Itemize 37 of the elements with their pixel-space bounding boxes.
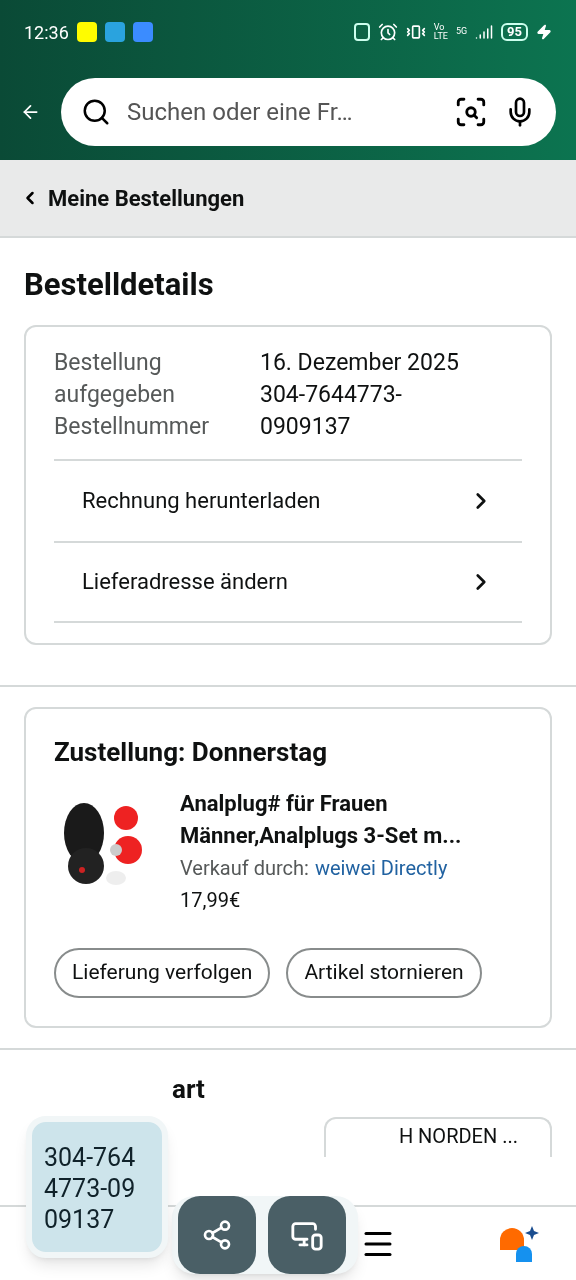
- search-field[interactable]: Suchen oder eine Fr…: [61, 78, 556, 146]
- section-title: art: [172, 1072, 205, 1106]
- signal-icon: [475, 23, 494, 41]
- alarm-icon: [377, 22, 398, 42]
- clipboard-text: 304-764 4773-09 09137: [44, 1142, 137, 1235]
- address-text: H NORDEN ...: [398, 1122, 518, 1149]
- link-label: Lieferadresse ändern: [82, 568, 289, 596]
- charging-icon: [536, 24, 552, 40]
- shipment-title: Zustellung: Donnerstag: [54, 735, 329, 769]
- order-link-row[interactable]: Lieferadresse ändern: [54, 540, 522, 623]
- status-time: 12:36: [24, 20, 69, 45]
- link-label: Rechnung herunterladen: [82, 487, 322, 515]
- seller-link[interactable]: weiwei Directly: [314, 851, 448, 884]
- product-title[interactable]: Analplug# für Frauen Männer,Analplugs 3-Set m...: [180, 787, 522, 852]
- search-input[interactable]: Suchen oder eine Fr…: [127, 94, 438, 130]
- devices-button[interactable]: [268, 1196, 346, 1274]
- volte-label: Vo LTE: [433, 23, 448, 41]
- action-button[interactable]: Artikel stornieren: [286, 947, 482, 998]
- order-label: Bestellnummer: [54, 411, 210, 442]
- seller-label: Verkauf durch:: [180, 854, 309, 882]
- band-label: 5G: [455, 25, 468, 39]
- share-icon: [201, 1219, 233, 1251]
- search-icon: [81, 97, 111, 127]
- breadcrumb-label: Meine Bestellungen: [48, 184, 245, 213]
- vibrate-icon: [405, 22, 426, 42]
- product-price: 17,99€: [180, 886, 242, 914]
- order-label: Bestellung aufgegeben: [54, 347, 176, 410]
- order-value: 16. Dezember 2025: [260, 347, 460, 378]
- breadcrumb-bar[interactable]: Meine Bestellungen: [0, 160, 576, 238]
- page-title: Bestelldetails: [24, 265, 215, 305]
- battery-level: 95: [501, 23, 528, 41]
- order-value: 304-7644773-0909137: [260, 379, 403, 442]
- order-link-row[interactable]: Rechnung herunterladen: [54, 458, 522, 541]
- clipboard-preview[interactable]: 304-764 4773-09 09137: [26, 1116, 168, 1258]
- share-button[interactable]: [178, 1196, 256, 1274]
- camera-search-icon[interactable]: [454, 95, 488, 129]
- action-button[interactable]: Lieferung verfolgen: [54, 947, 271, 998]
